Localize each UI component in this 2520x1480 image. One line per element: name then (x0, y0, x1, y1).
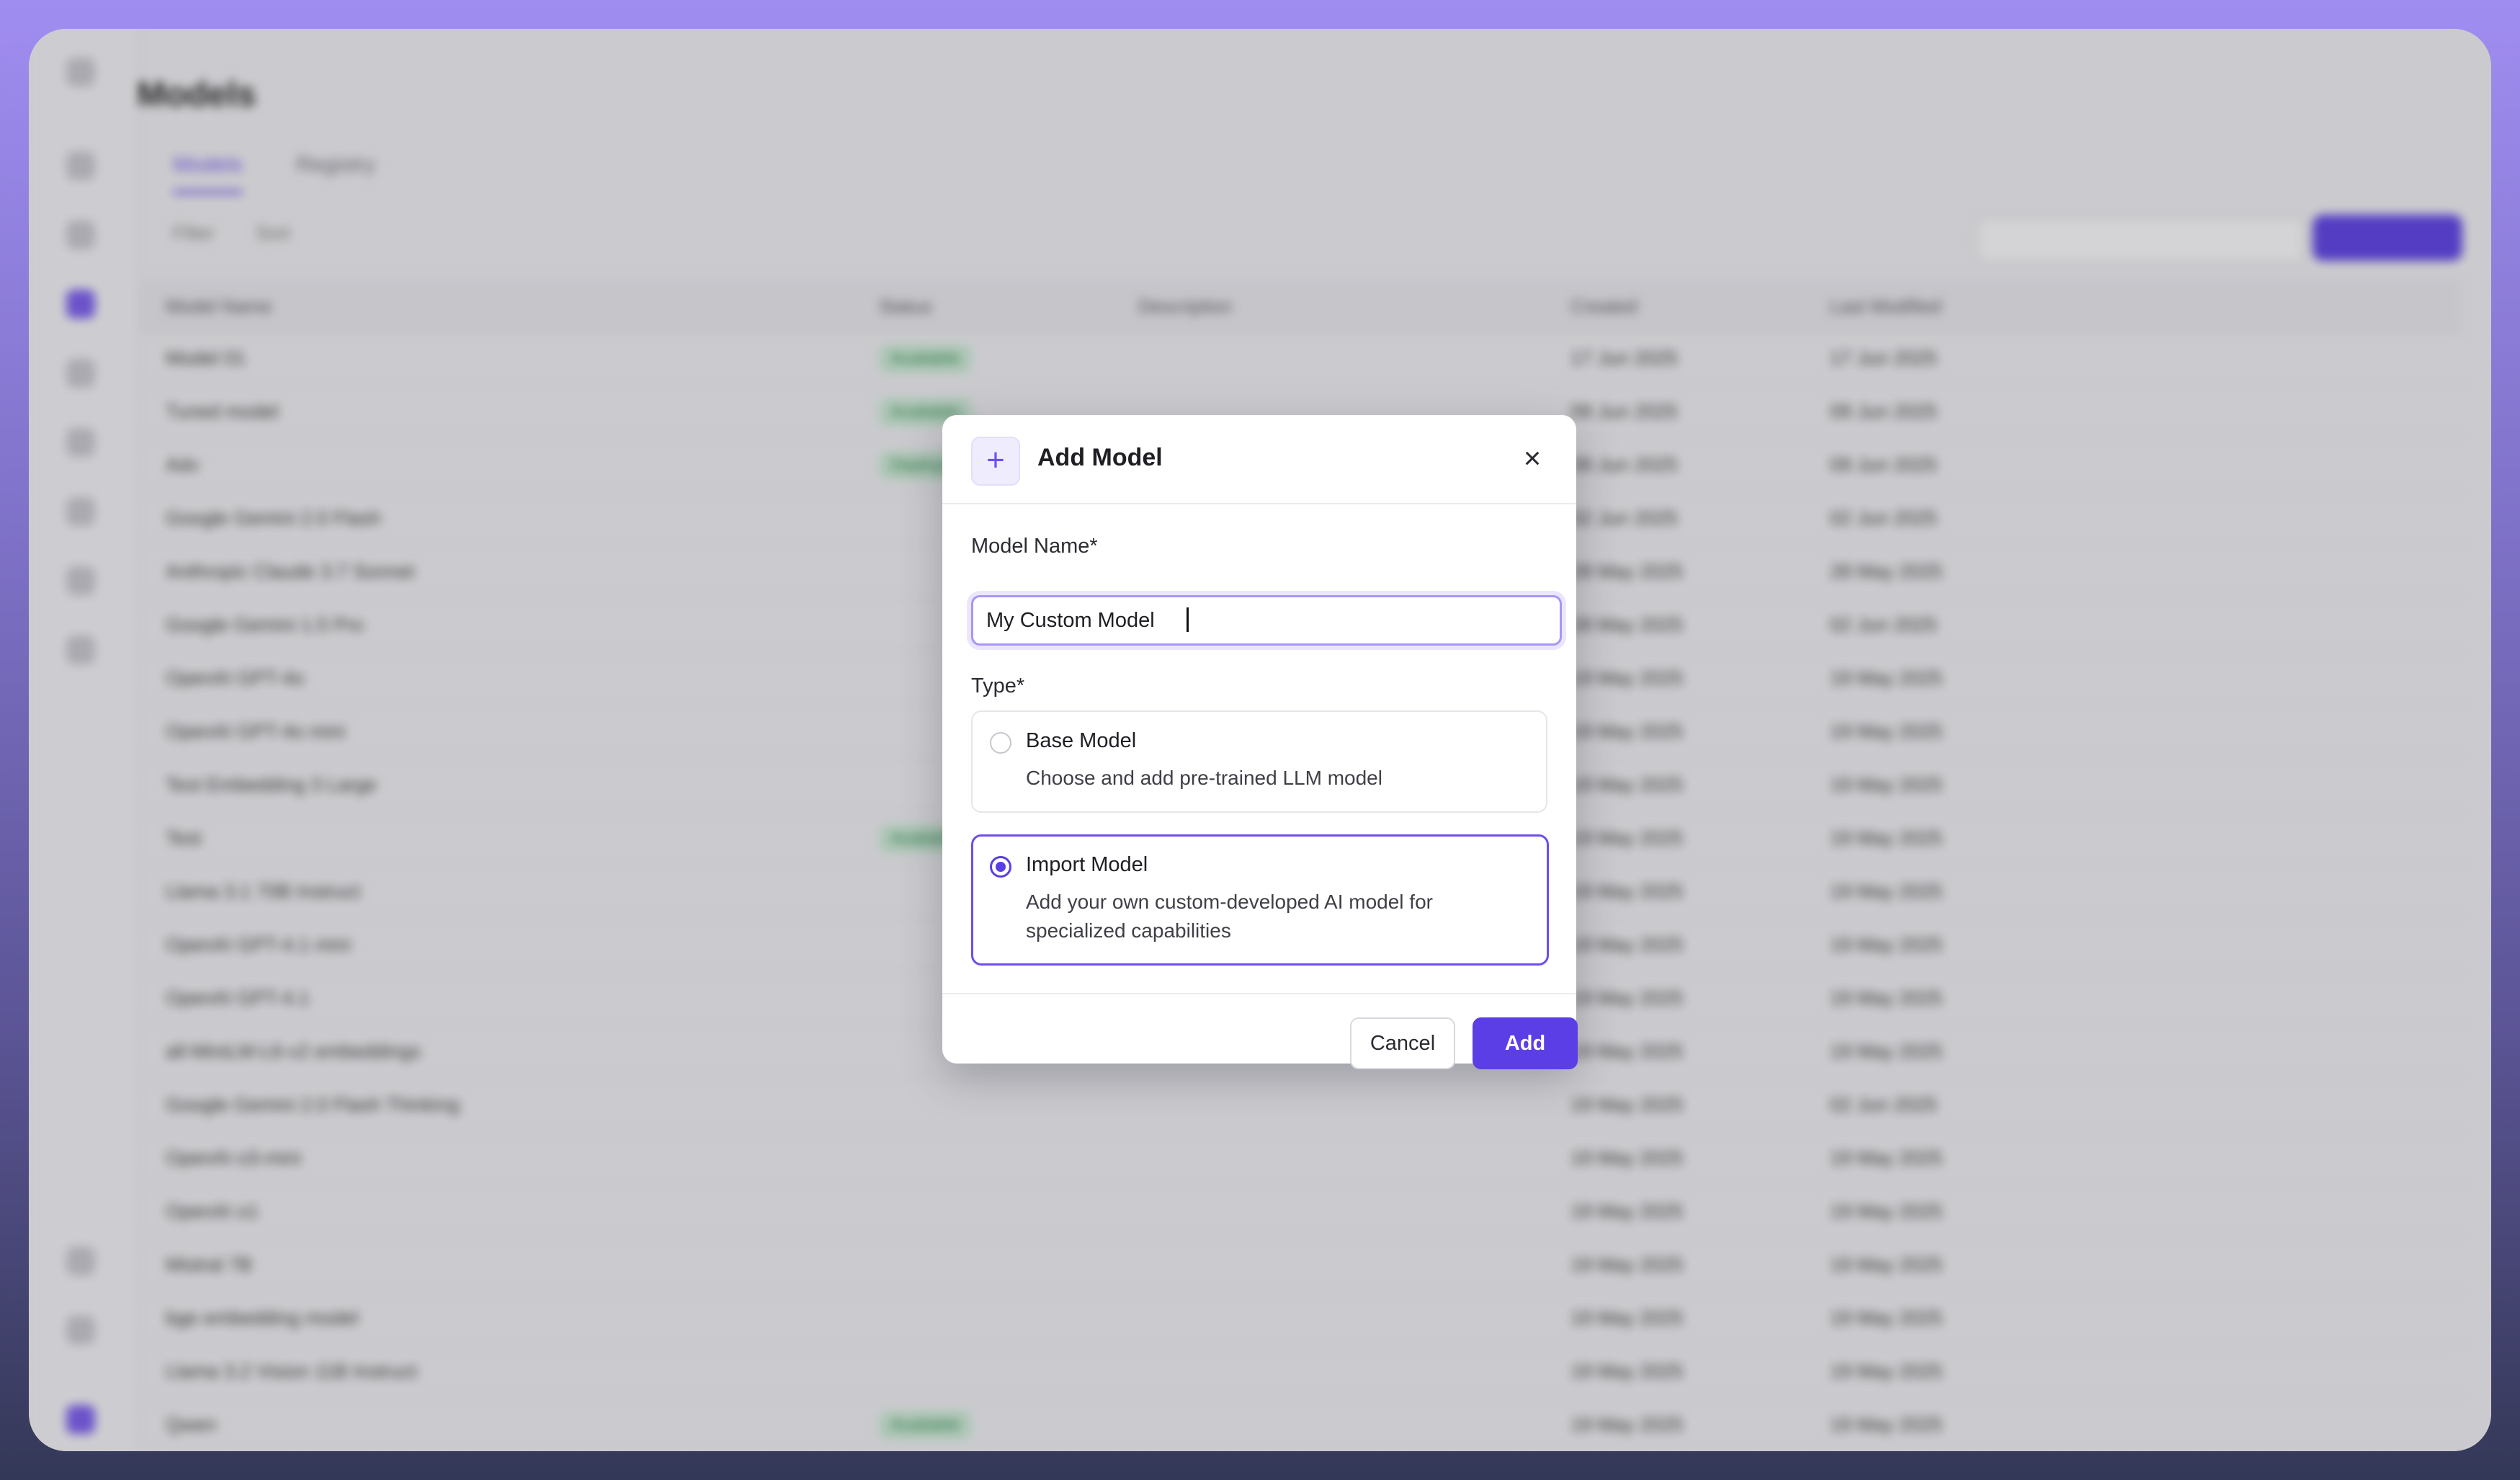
model-name-field[interactable] (971, 595, 1562, 646)
plus-icon: + (971, 437, 1020, 486)
dialog-title: Add Model (1037, 444, 1163, 471)
option-base-model[interactable]: Base Model Choose and add pre-trained LL… (971, 710, 1547, 813)
dialog-header: + Add Model × (942, 415, 1576, 504)
app-window: Models Models Registry Filter Sort Model… (29, 29, 2491, 1451)
option-title: Import Model (1026, 853, 1148, 876)
option-description: Choose and add pre-trained LLM model (1026, 767, 1382, 789)
cancel-button[interactable]: Cancel (1350, 1017, 1455, 1069)
option-title: Base Model (1026, 729, 1137, 752)
add-model-dialog: + Add Model × Model Name* Type* Base Mod… (942, 415, 1578, 1069)
close-icon[interactable]: × (1516, 442, 1549, 476)
option-import-model[interactable]: Import Model Add your own custom-develop… (971, 834, 1549, 966)
add-button[interactable]: Add (1473, 1017, 1578, 1069)
option-description: Add your own custom-developed AI model f… (1026, 891, 1433, 942)
model-name-label: Model Name* (971, 535, 1098, 558)
type-label: Type* (971, 674, 1025, 697)
dialog-footer-divider (942, 993, 1576, 994)
text-cursor (1187, 607, 1189, 632)
radio-checked-icon[interactable] (990, 856, 1011, 878)
radio-unchecked-icon[interactable] (990, 732, 1011, 754)
